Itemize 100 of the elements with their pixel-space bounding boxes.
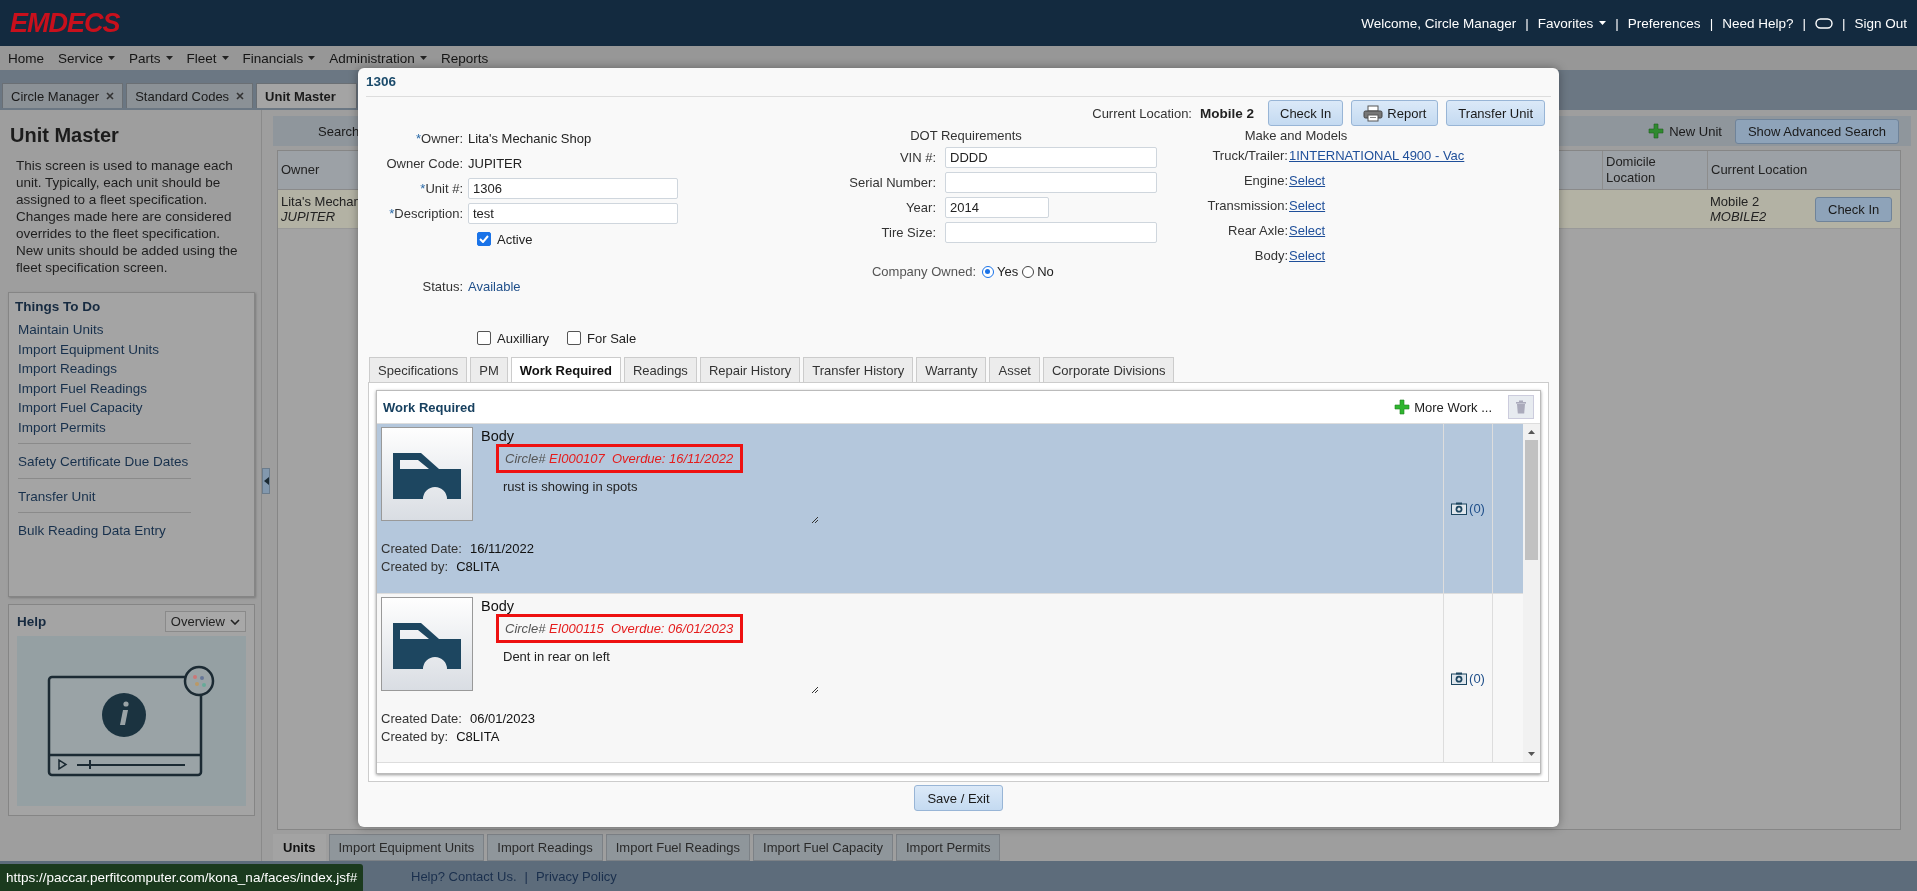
menu-item[interactable]: Service	[56, 50, 118, 66]
task-link[interactable]: Import Fuel Readings	[18, 378, 191, 398]
bottom-tab[interactable]: Units	[273, 834, 326, 861]
task-link[interactable]: Maintain Units	[18, 320, 191, 340]
text-field[interactable]: 2014	[945, 197, 1049, 218]
description-text: This screen is used to manage each unit. Typically, each unit should be assigned to a fleet specification. Changes made here are considered overrides to the fleet specification. New units should be added using the fleet specification screen.	[16, 157, 239, 276]
field-label: Serial Number:	[848, 175, 936, 190]
bottom-tab[interactable]: Import Readings	[487, 834, 603, 861]
topic-dropdown[interactable]: Overview	[164, 611, 246, 632]
tab[interactable]: Specifications	[369, 357, 468, 382]
tab[interactable]: Warranty	[916, 357, 987, 382]
separator: |	[1802, 15, 1806, 31]
menu-button[interactable]: Favorites	[1537, 15, 1607, 31]
select-link[interactable]: 1INTERNATIONAL 4900 - Vac	[1289, 148, 1465, 163]
text-field[interactable]: 1306	[468, 178, 678, 199]
location-code-text: MOBILE2	[1710, 209, 1768, 224]
radio-button[interactable]	[982, 265, 994, 278]
select-link[interactable]: Select	[1289, 248, 1326, 263]
close-icon[interactable]	[236, 92, 245, 100]
text-field[interactable]	[945, 222, 1157, 243]
caret-down-icon	[1528, 752, 1535, 756]
caret-icon	[263, 477, 269, 485]
section-title: DOT Requirements	[909, 128, 1023, 143]
tab[interactable]: Asset	[989, 357, 1040, 382]
header-link[interactable]: Need Help?	[1722, 15, 1794, 31]
select-link[interactable]: Select	[1289, 173, 1326, 188]
bottom-tab[interactable]: Import Permits	[895, 834, 1001, 861]
tab[interactable]: Transfer History	[803, 357, 914, 382]
bottom-tab[interactable]: Import Equipment Units	[328, 834, 485, 861]
checkbox-label: Auxilliary	[497, 330, 549, 346]
separator: |	[1525, 15, 1529, 31]
panel-title: Help	[17, 614, 47, 629]
page-tab[interactable]: Unit Master	[256, 83, 357, 108]
menu-item[interactable]: Financials	[240, 50, 318, 66]
pill-icon[interactable]	[1814, 17, 1833, 29]
work-item-row[interactable]: Body Circle# EI000115 Overdue: 06/01/2023 Dent in rear on left Created Date: 06/01/2023 Created by: C8LITA (0)	[377, 594, 1523, 762]
field-label: Status:	[421, 279, 463, 294]
radio-button[interactable]	[1022, 265, 1035, 278]
column-header: Owner	[280, 161, 321, 179]
field-label: Rear Axle:	[1227, 223, 1288, 238]
header-link[interactable]: Preferences	[1627, 15, 1701, 31]
task-link[interactable]: Transfer Unit	[18, 486, 191, 506]
checkbox[interactable]	[567, 331, 581, 345]
toolbar-button[interactable]: Check In	[1268, 100, 1344, 126]
text-field[interactable]	[945, 172, 1157, 193]
menu-item[interactable]: Reports	[438, 50, 491, 66]
task-link[interactable]: Bulk Reading Data Entry	[18, 521, 191, 541]
task-link[interactable]: Import Equipment Units	[18, 339, 191, 359]
page-tab[interactable]: Standard Codes	[126, 83, 254, 108]
tab[interactable]: Readings	[623, 357, 697, 382]
task-link[interactable]: Import Readings	[18, 359, 191, 379]
tab[interactable]: Corporate Divisions	[1043, 357, 1175, 382]
menu-item[interactable]: Fleet	[184, 50, 231, 66]
task-link[interactable]: Import Permits	[18, 417, 191, 437]
task-link[interactable]: Import Fuel Capacity	[18, 398, 191, 418]
scrollbar[interactable]	[1523, 424, 1540, 762]
search-label: Search	[318, 123, 360, 139]
toolbar-button[interactable]: Report	[1351, 100, 1439, 126]
tab[interactable]: Work Required	[510, 357, 621, 382]
select-link[interactable]: Select	[1289, 198, 1326, 213]
close-icon[interactable]	[106, 92, 115, 100]
work-item-row[interactable]: Body Circle# EI000107 Overdue: 16/11/2022 rust is showing in spots Created Date: 16/11/2022 Created by: C8LITA (0)	[377, 424, 1523, 594]
field-label: Truck/Trailer:	[1211, 148, 1288, 163]
scrollbar-thumb[interactable]	[1525, 440, 1538, 560]
video-player-drawing[interactable]	[46, 665, 217, 777]
check-in-button[interactable]: Check In	[1815, 196, 1893, 222]
select-link[interactable]: Select	[1289, 223, 1326, 238]
tab[interactable]: PM	[470, 357, 508, 382]
text-field[interactable]: test	[468, 203, 678, 224]
meta-label: Created by:	[381, 559, 449, 574]
category-text: Body	[481, 598, 515, 614]
checkbox[interactable]	[477, 232, 491, 246]
status-value: Available	[468, 279, 521, 294]
new-unit-button[interactable]: New Unit	[1648, 123, 1722, 139]
menu-item[interactable]: Administration	[327, 50, 429, 66]
page-tab[interactable]: Circle Manager	[2, 83, 124, 108]
resize-grip-icon[interactable]	[811, 686, 819, 694]
bottom-tab[interactable]: Import Fuel Readings	[605, 834, 750, 861]
caret-icon	[1599, 21, 1607, 25]
resize-grip-icon[interactable]	[811, 516, 819, 524]
collapse-handle[interactable]	[262, 468, 270, 494]
toolbar-button[interactable]: Transfer Unit	[1446, 100, 1545, 126]
welcome-text: Welcome, Circle Manager	[1361, 15, 1517, 31]
menu-item[interactable]: Home	[6, 50, 46, 66]
more-work-button[interactable]: More Work ...	[1394, 399, 1498, 415]
checkbox[interactable]	[477, 331, 491, 345]
tab[interactable]: Repair History	[699, 357, 801, 382]
advanced-search-button[interactable]: Show Advanced Search	[1734, 118, 1899, 144]
save-exit-button[interactable]: Save / Exit	[914, 785, 1003, 811]
header-link[interactable]: Sign Out	[1854, 15, 1907, 31]
chevron-icon	[230, 618, 240, 625]
checkbox-label: Active	[497, 231, 533, 247]
photos-link[interactable]: (0)	[1451, 501, 1485, 516]
task-link[interactable]: Safety Certificate Due Dates	[18, 452, 191, 472]
menu-item[interactable]: Parts	[127, 50, 175, 66]
field-label: Company Owned:	[870, 264, 976, 279]
text-field[interactable]: DDDD	[945, 147, 1157, 168]
photos-link[interactable]: (0)	[1451, 671, 1485, 686]
bottom-tab[interactable]: Import Fuel Capacity	[753, 834, 893, 861]
owner-code-text: JUPITER	[281, 209, 337, 224]
